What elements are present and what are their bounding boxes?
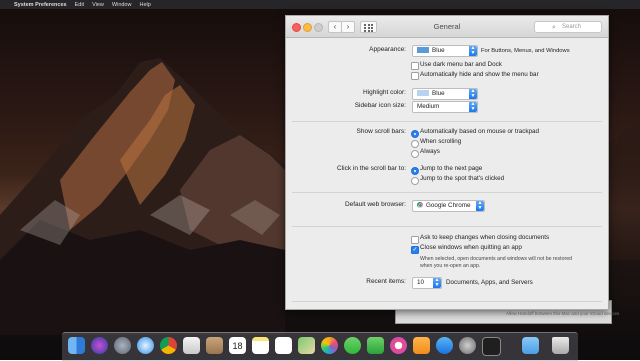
appearance-note: For Buttons, Menus, and Windows [481, 48, 570, 54]
scroll-auto-label[interactable]: Automatically based on mouse or trackpad [420, 128, 539, 135]
show-all-button[interactable] [360, 21, 377, 33]
calendar-day: 18 [232, 341, 243, 351]
appearance-value: Blue [432, 47, 445, 54]
close-windows-note-line2: when you re-open an app. [420, 263, 481, 269]
maps-icon[interactable] [298, 337, 315, 354]
popup-arrows-icon: ▲ ▼ [469, 101, 477, 112]
close-windows-note-line1: When selected, open documents and window… [420, 256, 572, 262]
facetime-icon[interactable] [367, 337, 384, 354]
recent-items-label: Recent items: [366, 278, 406, 285]
safari-icon[interactable] [137, 337, 154, 354]
appearance-label: Appearance: [369, 46, 406, 53]
title-bar[interactable]: ‹ › General ⌕ Search [286, 16, 608, 38]
contacts-icon[interactable] [206, 337, 223, 354]
recent-items-popup[interactable]: 10 ▲ ▼ [412, 277, 442, 289]
search-placeholder: Search [562, 24, 582, 30]
minimize-button[interactable] [303, 23, 312, 32]
folder-icon[interactable] [522, 337, 539, 354]
appearance-swatch [417, 47, 429, 53]
divider [292, 192, 602, 193]
ask-keep-changes-label[interactable]: Ask to keep changes when closing documen… [420, 234, 549, 241]
recent-items-value: 10 [417, 279, 425, 286]
sidebar-size-popup[interactable]: Medium ▲ ▼ [412, 101, 478, 113]
menu-bar: System Preferences Edit View Window Help [0, 0, 640, 9]
scroll-when-scrolling-label[interactable]: When scrolling [420, 138, 461, 145]
back-button[interactable]: ‹ [328, 21, 342, 33]
menu-window[interactable]: Window [108, 2, 136, 8]
mail-icon[interactable] [183, 337, 200, 354]
search-field[interactable]: ⌕ Search [534, 21, 602, 33]
scroll-always-radio[interactable] [411, 150, 419, 158]
dark-menu-checkbox[interactable] [411, 62, 419, 70]
reminders-icon[interactable] [275, 337, 292, 354]
appearance-popup[interactable]: Blue ▲ ▼ [412, 45, 478, 57]
forward-button[interactable]: › [341, 21, 355, 33]
ibooks-icon[interactable] [413, 337, 430, 354]
chevron-left-icon: ‹ [333, 22, 337, 31]
general-preferences-window: ‹ › General ⌕ Search Appearance: Blue ▲ ▼… [285, 15, 609, 310]
jump-to-spot-label[interactable]: Jump to the spot that's clicked [420, 175, 504, 182]
browser-label: Default web browser: [344, 201, 406, 208]
scroll-bars-label: Show scroll bars: [356, 128, 407, 135]
browser-popup[interactable]: Google Chrome ▲ ▼ [412, 200, 485, 212]
popup-arrows-icon: ▲ ▼ [433, 277, 441, 288]
photos-icon[interactable] [321, 337, 338, 354]
sidebar-size-label: Sidebar icon size: [354, 102, 406, 109]
popup-arrows-icon: ▲ ▼ [469, 45, 477, 56]
highlight-swatch [417, 90, 429, 96]
chevron-right-icon: › [346, 22, 350, 31]
jump-next-page-label[interactable]: Jump to the next page [420, 165, 482, 172]
calendar-icon[interactable]: 18 [229, 337, 246, 354]
highlight-label: Highlight color: [363, 89, 406, 96]
sidebar-size-value: Medium [417, 103, 440, 110]
siri-icon[interactable] [91, 337, 108, 354]
popup-arrows-icon: ▲ ▼ [469, 88, 477, 99]
search-icon: ⌕ [552, 24, 556, 31]
notes-icon[interactable] [252, 337, 269, 354]
recent-items-suffix: Documents, Apps, and Servers [446, 279, 533, 286]
scroll-auto-radio[interactable] [411, 130, 419, 138]
zoom-button[interactable] [314, 23, 323, 32]
autohide-menubar-label[interactable]: Automatically hide and show the menu bar [420, 71, 539, 78]
browser-value: Google Chrome [426, 202, 471, 209]
chrome-icon[interactable] [160, 337, 177, 354]
menu-app-name[interactable]: System Preferences [10, 2, 71, 8]
click-scroll-label: Click in the scroll bar to: [337, 165, 406, 172]
background-window-text: Allow Handoff between this Mac and your … [506, 311, 620, 316]
jump-to-spot-radio[interactable] [411, 177, 419, 185]
dark-menu-label[interactable]: Use dark menu bar and Dock [420, 61, 502, 68]
scroll-when-scrolling-radio[interactable] [411, 140, 419, 148]
highlight-value: Blue [432, 90, 445, 97]
menu-help[interactable]: Help [135, 2, 154, 8]
checkmark-icon: ✓ [412, 247, 418, 253]
menu-view[interactable]: View [88, 2, 108, 8]
divider [292, 226, 602, 227]
divider [292, 301, 602, 302]
trash-icon[interactable] [552, 337, 569, 354]
launchpad-icon[interactable] [114, 337, 131, 354]
highlight-popup[interactable]: Blue ▲ ▼ [412, 88, 478, 100]
ask-keep-changes-checkbox[interactable] [411, 236, 419, 244]
jump-next-page-radio[interactable] [411, 167, 419, 175]
app-store-icon[interactable] [436, 337, 453, 354]
terminal-icon[interactable] [482, 337, 501, 356]
itunes-icon[interactable] [390, 337, 407, 354]
chrome-icon [417, 202, 423, 208]
finder-icon[interactable] [68, 337, 85, 354]
menu-edit[interactable]: Edit [71, 2, 88, 8]
close-windows-checkbox[interactable]: ✓ [411, 246, 419, 254]
autohide-menubar-checkbox[interactable] [411, 72, 419, 80]
system-preferences-icon[interactable] [459, 337, 476, 354]
scroll-always-label[interactable]: Always [420, 148, 440, 155]
close-windows-label[interactable]: Close windows when quitting an app [420, 244, 522, 251]
close-button[interactable] [292, 23, 301, 32]
divider [292, 121, 602, 122]
messages-icon[interactable] [344, 337, 361, 354]
dock: 18 [62, 332, 578, 361]
popup-arrows-icon: ▲ ▼ [476, 200, 484, 211]
